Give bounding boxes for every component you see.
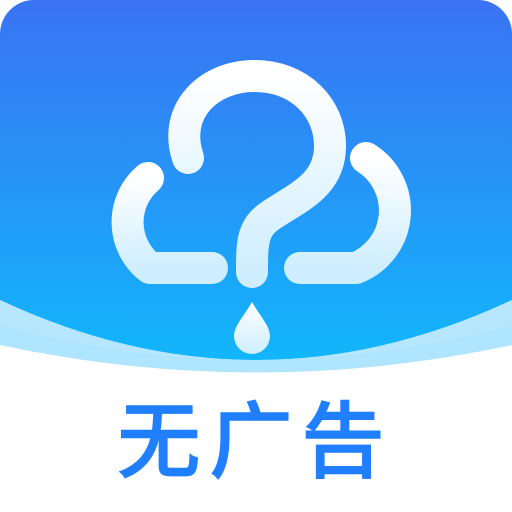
app-icon[interactable]: 无广告 [0,0,512,512]
header-background [0,0,512,360]
no-ads-label: 无广告 [117,395,394,490]
